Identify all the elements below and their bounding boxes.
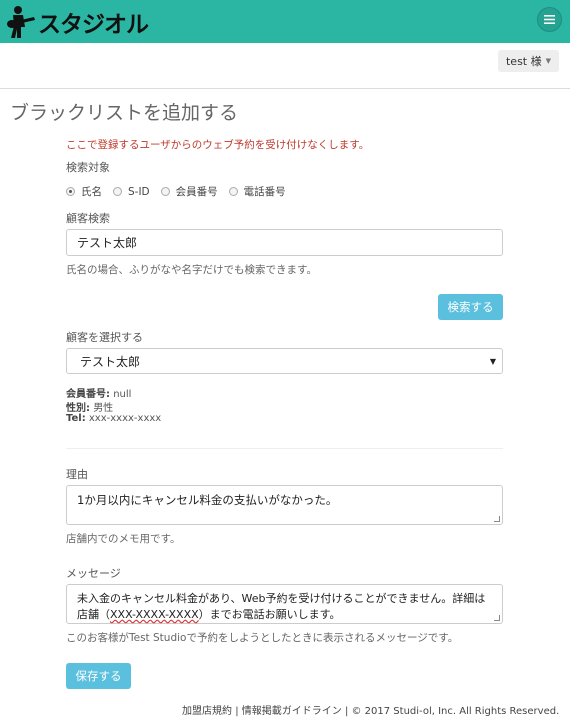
- terms-link[interactable]: 加盟店規約: [182, 706, 232, 717]
- top-bar: スタジオル: [0, 0, 570, 43]
- radio-label: 氏名: [81, 186, 102, 198]
- dropdown-arrow-icon: ▼: [489, 357, 496, 366]
- reason-textarea[interactable]: 1か月以内にキャンセル料金の支払いがなかった。: [66, 485, 503, 525]
- search-target-radios: 氏名 S-ID 会員番号 電話番号: [66, 184, 297, 199]
- radio-button[interactable]: [113, 187, 122, 196]
- message-phone: XXX-XXXX-XXXX: [110, 608, 199, 621]
- message-text: 店舗（: [77, 608, 110, 621]
- radio-label: S-ID: [128, 185, 150, 198]
- customer-select-label: 顧客を選択する: [66, 331, 143, 344]
- user-label: test 様: [505, 55, 542, 68]
- customer-select[interactable]: テスト太郎 ▼: [66, 348, 503, 374]
- radio-phone-number[interactable]: 電話番号: [228, 184, 286, 199]
- message-label: メッセージ: [66, 567, 121, 580]
- notice-text: ここで登録するユーザからのウェブ予約を受け付けなくします。: [66, 139, 370, 151]
- radio-label: 会員番号: [175, 186, 218, 198]
- reason-help: 店舗内でのメモ用です。: [66, 533, 181, 545]
- radio-sid[interactable]: S-ID: [113, 186, 150, 198]
- search-button[interactable]: 検索する: [438, 294, 503, 320]
- reason-value: 1か月以内にキャンセル料金の支払いがなかった。: [77, 493, 338, 507]
- user-bar: [0, 43, 570, 89]
- customer-select-value: テスト太郎: [80, 354, 141, 369]
- message-line-1: 未入金のキャンセル料金があり、Web予約を受け付けることができません。詳細は: [77, 592, 486, 605]
- radio-button[interactable]: [66, 187, 75, 196]
- customer-search-label: 顧客検索: [66, 212, 110, 225]
- customer-search-help: 氏名の場合、ふりがなや名字だけでも検索できます。: [66, 264, 317, 276]
- tel-label: Tel:: [66, 413, 86, 424]
- logo-text: スタジオル: [38, 12, 149, 38]
- footer: 加盟店規約 | 情報掲載ガイドライン | © 2017 Studi-ol, In…: [182, 702, 559, 717]
- message-textarea[interactable]: 未入金のキャンセル料金があり、Web予約を受け付けることができません。詳細は 店…: [66, 584, 503, 624]
- tel-info: Tel: xxx-xxxx-xxxx: [66, 413, 161, 424]
- guitarist-logo-icon: [7, 6, 35, 38]
- logo[interactable]: スタジオル: [6, 5, 149, 39]
- message-help: このお客様がTest Studioで予約をしようとしたときに表示されるメッセージ…: [66, 632, 459, 644]
- caret-down-icon: ▼: [545, 57, 551, 65]
- radio-label: 電話番号: [243, 186, 286, 198]
- message-line-2: 店舗（XXX-XXXX-XXXX）までお電話お願いします。: [77, 607, 492, 623]
- message-text: ）までお電話お願いします。: [198, 608, 341, 621]
- member-number-info: 会員番号: null: [66, 385, 131, 400]
- guideline-link[interactable]: 情報掲載ガイドライン: [242, 706, 342, 717]
- resize-handle[interactable]: [494, 615, 500, 621]
- copyright: © 2017 Studi-ol, Inc. All Rights Reserve…: [351, 706, 560, 717]
- radio-button[interactable]: [160, 187, 170, 196]
- user-menu-button[interactable]: test 様 ▼: [498, 50, 559, 72]
- hamburger-icon: [544, 15, 555, 24]
- customer-search-input[interactable]: テスト太郎: [66, 229, 503, 256]
- section-divider: [66, 448, 503, 449]
- search-target-label: 検索対象: [66, 161, 110, 174]
- gender-info: 性別: 男性: [66, 399, 113, 414]
- radio-member-number[interactable]: 会員番号: [160, 184, 218, 199]
- radio-button[interactable]: [228, 187, 238, 196]
- save-button[interactable]: 保存する: [66, 663, 131, 689]
- menu-button[interactable]: [537, 7, 562, 32]
- resize-handle[interactable]: [494, 516, 500, 522]
- page-title: ブラックリストを追加する: [10, 102, 239, 124]
- radio-name[interactable]: 氏名: [66, 184, 102, 199]
- tel-value: xxx-xxxx-xxxx: [88, 413, 162, 424]
- member-number-value: null: [113, 389, 132, 400]
- reason-label: 理由: [66, 468, 88, 481]
- customer-search-value: テスト太郎: [77, 236, 138, 250]
